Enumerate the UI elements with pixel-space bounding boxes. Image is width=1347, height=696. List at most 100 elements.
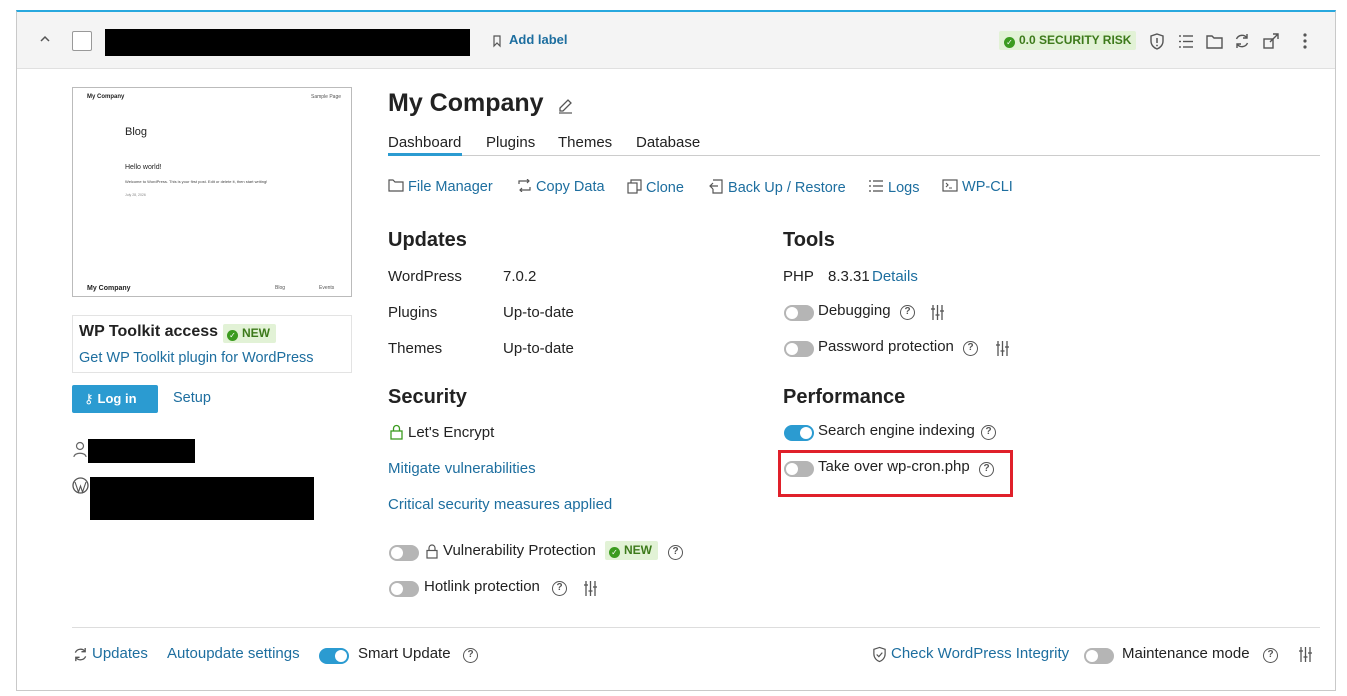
site-title: My Company: [388, 89, 544, 117]
critical-security-link[interactable]: Critical security measures applied: [388, 496, 612, 513]
search-engine-indexing-label: Search engine indexing: [818, 422, 975, 439]
help-icon[interactable]: ?: [979, 462, 994, 477]
lock-icon: [390, 424, 403, 440]
thumb-sample-page: Sample Page: [311, 94, 342, 100]
php-version: 8.3.31: [828, 268, 870, 285]
maintenance-mode-label: Maintenance mode: [1122, 645, 1250, 662]
tab-plugins[interactable]: Plugins: [486, 134, 535, 151]
copy-data-label: Copy Data: [536, 179, 605, 195]
php-label: PHP: [783, 268, 814, 285]
sliders-icon[interactable]: [930, 304, 945, 321]
logs-label: Logs: [888, 180, 920, 196]
security-risk-text: 0.0 SECURITY RISK: [1019, 33, 1132, 47]
shield-check-icon: [873, 646, 886, 663]
smart-update-toggle[interactable]: [319, 648, 349, 664]
quick-action-logs[interactable]: Logs: [868, 179, 919, 196]
updates-wordpress-label: WordPress: [388, 268, 462, 285]
help-icon[interactable]: ?: [1263, 648, 1278, 663]
shield-icon[interactable]: [1149, 33, 1165, 50]
folder-icon[interactable]: [1206, 34, 1223, 49]
quick-action-wp-cli[interactable]: WP-CLI: [942, 179, 1013, 195]
help-icon[interactable]: ?: [552, 581, 567, 596]
updates-themes-value: Up-to-date: [503, 340, 574, 357]
sliders-icon[interactable]: [995, 340, 1010, 357]
ssl-certificate-label: Let's Encrypt: [408, 424, 495, 441]
tabs-underline: [388, 155, 1320, 156]
thumb-post-excerpt: Welcome to WordPress. This is your first…: [125, 179, 268, 184]
edit-pencil-icon[interactable]: [557, 97, 574, 114]
check-wordpress-integrity-link[interactable]: Check WordPress Integrity: [891, 645, 1069, 662]
tab-dashboard[interactable]: Dashboard: [388, 134, 461, 151]
password-protection-toggle[interactable]: [784, 341, 814, 357]
terminal-icon: [942, 179, 958, 192]
hotlink-protection-label: Hotlink protection: [424, 578, 540, 595]
file-manager-label: File Manager: [408, 179, 493, 195]
backup-restore-label: Back Up / Restore: [728, 180, 846, 196]
vulnerability-protection-toggle[interactable]: [389, 545, 419, 561]
thumb-footer-blog: Blog: [275, 285, 286, 291]
more-vertical-icon[interactable]: [1303, 33, 1307, 49]
toolkit-new-badge: ✓ NEW: [223, 324, 276, 343]
updates-themes-label: Themes: [388, 340, 443, 357]
quick-action-copy-data[interactable]: Copy Data: [517, 178, 605, 195]
debugging-toggle[interactable]: [784, 305, 814, 321]
open-external-icon[interactable]: [1263, 33, 1279, 49]
tab-database[interactable]: Database: [636, 134, 700, 151]
get-toolkit-plugin-link[interactable]: Get WP Toolkit plugin for WordPress: [79, 350, 314, 366]
site-thumbnail[interactable]: My Company Sample Page Blog Hello world!…: [72, 87, 352, 297]
tab-themes[interactable]: Themes: [558, 134, 612, 151]
backup-icon: [709, 179, 723, 194]
clone-label: Clone: [646, 180, 684, 196]
wp-cli-label: WP-CLI: [962, 179, 1013, 195]
list-icon[interactable]: [1178, 34, 1194, 49]
updates-plugins-value: Up-to-date: [503, 304, 574, 321]
refresh-icon[interactable]: [1234, 33, 1250, 49]
key-icon: ⚷: [84, 391, 94, 406]
tag-icon: [493, 35, 501, 48]
updates-heading: Updates: [388, 229, 467, 251]
thumb-post-date: July 28, 2026: [125, 193, 146, 197]
hotlink-protection-toggle[interactable]: [389, 581, 419, 597]
select-checkbox[interactable]: [72, 31, 92, 51]
php-details-link[interactable]: Details: [872, 268, 918, 285]
quick-action-file-manager[interactable]: File Manager: [388, 179, 493, 195]
footer-updates-link[interactable]: Updates: [92, 645, 148, 662]
site-card: Add label ✓ 0.0 SECURITY RISK My Company …: [16, 10, 1336, 691]
tab-active-indicator: [388, 153, 462, 156]
vulnerability-new-badge: ✓ NEW: [605, 541, 658, 560]
quick-action-clone[interactable]: Clone: [627, 179, 684, 196]
security-heading: Security: [388, 386, 467, 408]
quick-action-backup-restore[interactable]: Back Up / Restore: [709, 179, 846, 196]
debugging-label: Debugging: [818, 302, 891, 319]
check-circle-icon: ✓: [1004, 37, 1015, 48]
add-label-link[interactable]: Add label: [509, 32, 568, 47]
toolkit-access-box: WP Toolkit access ✓ NEW Get WP Toolkit pl…: [72, 315, 352, 373]
sliders-icon[interactable]: [583, 580, 598, 597]
help-icon[interactable]: ?: [668, 545, 683, 560]
mitigate-vulnerabilities-link[interactable]: Mitigate vulnerabilities: [388, 460, 536, 477]
smart-update-label: Smart Update: [358, 645, 451, 662]
help-icon[interactable]: ?: [981, 425, 996, 440]
maintenance-mode-toggle[interactable]: [1084, 648, 1114, 664]
help-icon[interactable]: ?: [900, 305, 915, 320]
wp-cron-label: Take over wp-cron.php: [818, 458, 970, 475]
setup-link[interactable]: Setup: [173, 390, 211, 406]
performance-heading: Performance: [783, 386, 906, 408]
help-icon[interactable]: ?: [463, 648, 478, 663]
autoupdate-settings-link[interactable]: Autoupdate settings: [167, 645, 300, 662]
redacted-site-url: [90, 477, 314, 520]
sliders-icon[interactable]: [1298, 646, 1313, 663]
thumb-footer-name: My Company: [87, 285, 131, 292]
thumb-site-name: My Company: [87, 94, 125, 100]
login-button[interactable]: ⚷ Log in: [72, 385, 158, 413]
wp-cron-toggle[interactable]: [784, 461, 814, 477]
updates-wordpress-value: 7.0.2: [503, 268, 537, 285]
thumb-blog-heading: Blog: [125, 126, 148, 138]
check-circle-icon: ✓: [609, 547, 620, 558]
chevron-up-icon[interactable]: [39, 34, 51, 44]
help-icon[interactable]: ?: [963, 341, 978, 356]
security-risk-badge[interactable]: ✓ 0.0 SECURITY RISK: [999, 31, 1137, 50]
search-engine-indexing-toggle[interactable]: [784, 425, 814, 441]
user-icon: [73, 441, 87, 458]
password-protection-label: Password protection: [818, 338, 954, 355]
